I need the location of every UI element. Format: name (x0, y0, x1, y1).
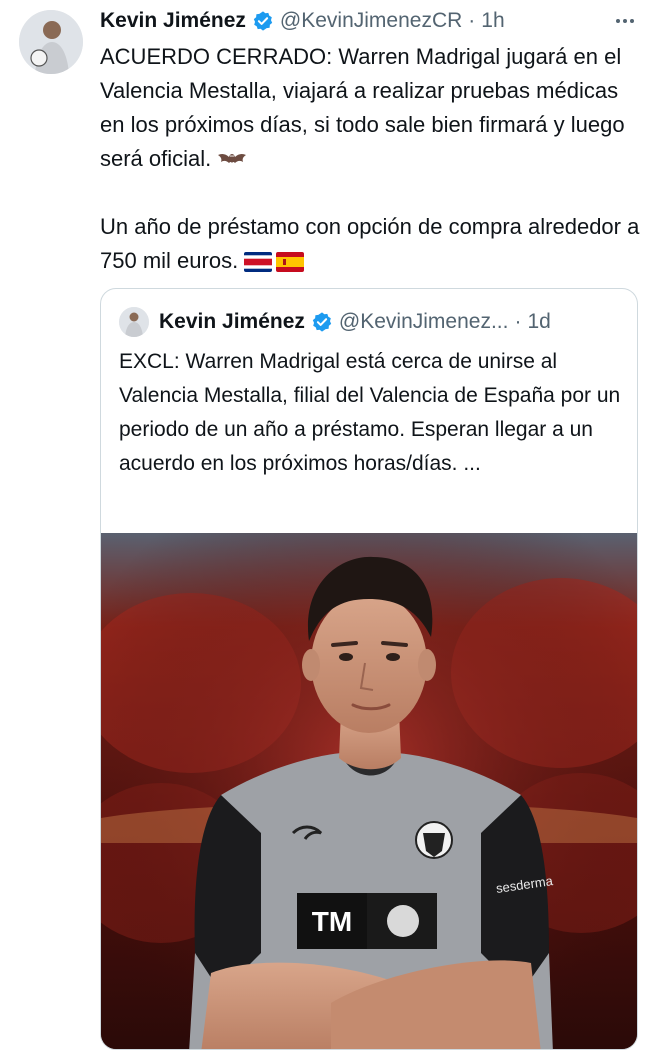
verified-badge-icon (253, 11, 273, 31)
quoted-tweet[interactable]: Kevin Jiménez @KevinJimenez... · 1d EXCL… (100, 288, 638, 1050)
spain-flag-icon (276, 252, 305, 272)
verified-badge-icon (312, 312, 332, 332)
more-horizontal-icon[interactable] (613, 8, 637, 34)
quoted-author-handle: @KevinJimenez... (338, 310, 509, 333)
tweet-header: Kevin Jiménez @KevinJimenezCR · 1h (100, 8, 637, 34)
player-photo: TM sesderma (101, 533, 637, 1049)
quoted-timestamp: 1d (527, 310, 551, 333)
separator-dot: · (468, 9, 476, 32)
quoted-tweet-text: EXCL: Warren Madrigal está cerca de unir… (119, 350, 621, 475)
quoted-author-avatar (119, 307, 149, 337)
quoted-author-name: Kevin Jiménez (159, 310, 305, 333)
quoted-tweet-header: Kevin Jiménez @KevinJimenez... · 1d (119, 307, 623, 337)
tweet-text: ACUERDO CERRADO: Warren Madrigal jugará … (100, 40, 640, 278)
author-name[interactable]: Kevin Jiménez (100, 9, 246, 33)
tweet-paragraph-1: ACUERDO CERRADO: Warren Madrigal jugará … (100, 44, 625, 171)
profile-photo (119, 307, 149, 337)
shirt-tm-text: TM (312, 906, 352, 937)
separator-dot: · (514, 310, 522, 333)
tweet-timestamp[interactable]: 1h (481, 9, 504, 33)
costa-rica-flag-icon (244, 252, 273, 272)
tweet-paragraph-2: Un año de préstamo con opción de compra … (100, 214, 640, 273)
quoted-tweet-photo[interactable]: TM sesderma (101, 533, 637, 1049)
profile-photo (19, 10, 83, 74)
bat-emoji-icon (218, 153, 247, 163)
author-avatar[interactable] (19, 10, 83, 74)
author-handle[interactable]: @KevinJimenezCR (280, 9, 462, 33)
